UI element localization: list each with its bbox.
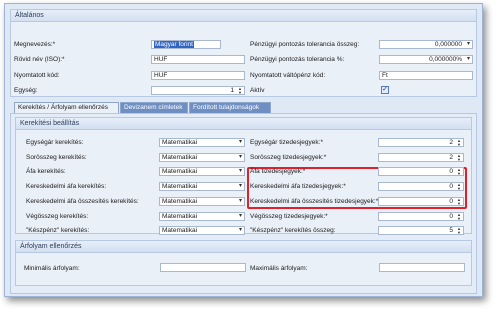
rounding-label: "Készpénz" kerekítés: <box>26 227 90 234</box>
decimals-label: Végösszeg tizedesjegyek:* <box>250 213 328 220</box>
spinner-icon[interactable]: ▲ ▼ <box>456 139 462 146</box>
name-label: Megnevezés:* <box>14 41 56 48</box>
spinner-icon[interactable]: ▲ ▼ <box>456 198 462 205</box>
rounding-label: Sorösszeg kerekítés: <box>26 154 87 161</box>
rounding-mode-value: Matematikai <box>162 213 198 220</box>
decimals-value: 0 <box>449 168 453 175</box>
tab-rounding[interactable]: Kerekítés / Árfolyam ellenőrzés <box>14 102 119 113</box>
rounding-mode-value: Matematikai <box>162 183 198 190</box>
spinner-icon[interactable]: ▲ ▼ <box>456 213 462 220</box>
decimals-value: 0 <box>449 183 453 190</box>
spinner-icon[interactable]: ▲ ▼ <box>456 227 462 234</box>
decimals-label: Kereskedelmi áfa összesítés tizedesjegye… <box>250 198 379 205</box>
decimals-label: Áfa tizedesjegyek:* <box>250 168 306 175</box>
rounding-mode-select[interactable]: Matematikai <box>159 226 245 235</box>
rounding-mode-select[interactable]: Matematikai <box>159 153 245 162</box>
spinner-icon[interactable]: ▲ ▼ <box>237 87 243 94</box>
active-checkbox[interactable]: ✓ <box>381 86 389 94</box>
spinner-icon[interactable]: ▲ ▼ <box>456 168 462 175</box>
decimals-field[interactable]: 0 ▲ ▼ <box>378 167 464 176</box>
decimals-value: 0 <box>449 213 453 220</box>
unit-label: Egység: <box>14 87 38 94</box>
change-code-label: Nyomtatott váltópénz kód: <box>250 72 326 79</box>
rounding-mode-value: Matematikai <box>162 154 198 161</box>
tolerance-amount-label: Pénzügyi pontozás tolerancia összeg: <box>250 41 360 48</box>
window-frame: Általános Megnevezés:* Magyar forint Röv… <box>4 3 483 297</box>
min-rate-label: Minimális árfolyam: <box>24 265 80 272</box>
short-name-field[interactable]: HUF <box>151 55 245 64</box>
max-rate-label: Maximális árfolyam: <box>250 265 308 272</box>
rounding-group-title: Kerekítési beállítás <box>16 118 471 130</box>
spinner-icon[interactable]: ▲ ▼ <box>456 183 462 190</box>
decimals-value: 2 <box>449 154 453 161</box>
change-code-field[interactable]: Ft <box>379 71 473 80</box>
rounding-mode-select[interactable]: Matematikai <box>159 197 245 206</box>
decimals-label: "Készpénz" kerekítés összeg: <box>250 227 336 234</box>
rounding-mode-value: Matematikai <box>162 227 198 234</box>
rounding-mode-select[interactable]: Matematikai <box>159 167 245 176</box>
print-code-label: Nyomtatott kód: <box>14 72 60 79</box>
name-field[interactable]: Magyar forint <box>151 40 221 49</box>
min-rate-field[interactable] <box>160 263 246 272</box>
rounding-label: Kereskedelmi áfa kerekítés: <box>26 183 107 190</box>
decimals-label: Egységár tizedesjegyek:* <box>250 139 323 146</box>
short-name-label: Rövid név (ISO):* <box>14 56 65 63</box>
decimals-field[interactable]: 5 ▲ ▼ <box>378 226 464 235</box>
spinner-icon[interactable]: ▲ ▼ <box>456 154 462 161</box>
decimals-field[interactable]: 2 ▲ ▼ <box>378 138 464 147</box>
general-group-title: Általános <box>11 10 476 22</box>
general-group: Általános Megnevezés:* Magyar forint Röv… <box>10 9 477 97</box>
decimals-value: 2 <box>449 139 453 146</box>
rounding-mode-select[interactable]: Matematikai <box>159 182 245 191</box>
rounding-label: Kereskedelmi áfa összesítés kerekítés: <box>26 198 139 205</box>
tolerance-amount-field[interactable]: 0,000000 <box>379 40 473 49</box>
tolerance-amount-value: 0,000000 <box>434 41 462 48</box>
tolerance-percent-label: Pénzügyi pontozás tolerancia %: <box>250 56 345 63</box>
tab-denominations[interactable]: Devizanem címletek <box>120 102 188 113</box>
rounding-label: Egységár kerekítés: <box>26 139 84 146</box>
rounding-mode-select[interactable]: Matematikai <box>159 212 245 221</box>
rounding-mode-select[interactable]: Matematikai <box>159 138 245 147</box>
decimals-field[interactable]: 2 ▲ ▼ <box>378 153 464 162</box>
max-rate-field[interactable] <box>379 263 465 272</box>
rounding-mode-value: Matematikai <box>162 168 198 175</box>
unit-field[interactable]: 1 ▲ ▼ <box>151 86 245 95</box>
tolerance-percent-field[interactable]: 0,000000% <box>379 55 473 64</box>
name-value: Magyar forint <box>154 41 194 48</box>
decimals-field[interactable]: 0 ▲ ▼ <box>378 182 464 191</box>
rounding-label: Áfa kerekítés: <box>26 168 66 175</box>
decimals-label: Sorösszeg tizedesjegyek:* <box>250 154 327 161</box>
tab-translated-properties[interactable]: Fordított tulajdonságok <box>189 102 271 113</box>
rate-check-group-title: Árfolyam ellenőrzés <box>16 241 471 253</box>
rounding-mode-value: Matematikai <box>162 139 198 146</box>
decimals-value: 0 <box>449 198 453 205</box>
rate-check-group: Árfolyam ellenőrzés Minimális árfolyam: … <box>15 240 472 286</box>
active-label: Aktív <box>250 87 265 94</box>
rounding-label: Végösszeg kerekítés: <box>26 213 89 220</box>
tolerance-percent-value: 0,000000% <box>429 56 462 63</box>
decimals-field[interactable]: 0 ▲ ▼ <box>378 212 464 221</box>
decimals-label: Kereskedelmi áfa tizedesjegyek:* <box>250 183 346 190</box>
decimals-value: 5 <box>449 227 453 234</box>
unit-value: 1 <box>230 87 234 94</box>
rounding-mode-value: Matematikai <box>162 198 198 205</box>
decimals-field[interactable]: 0 ▲ ▼ <box>378 197 464 206</box>
print-code-field[interactable]: HUF <box>151 71 245 80</box>
